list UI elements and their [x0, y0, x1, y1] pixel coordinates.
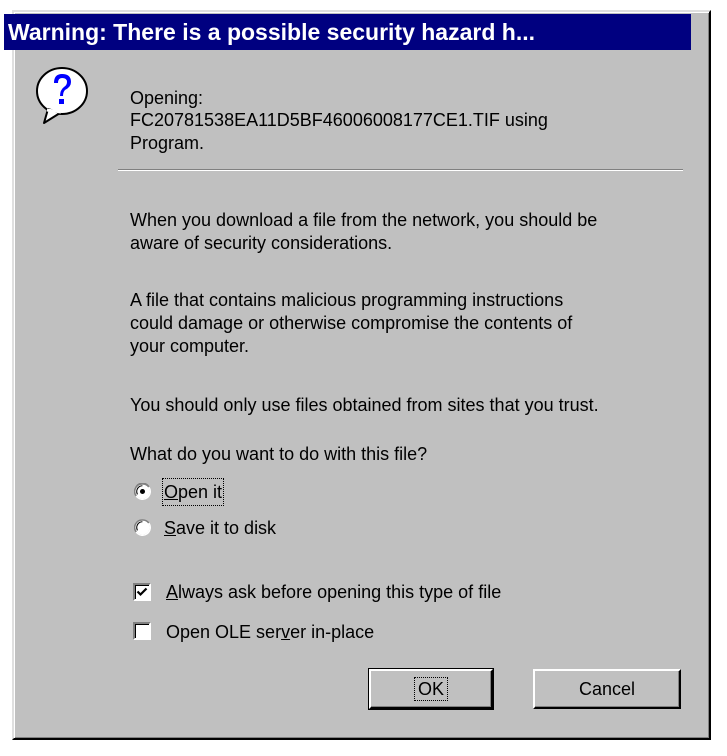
radio-save-to-disk[interactable] — [134, 519, 151, 536]
dialog-title: Warning: There is a possible security ha… — [4, 14, 691, 50]
opening-label: Opening: — [130, 88, 204, 108]
question-label: What do you want to do with this file? — [130, 444, 428, 464]
checkbox-always-ask[interactable] — [133, 583, 151, 601]
checkbox-ole-in-place-label[interactable]: Open OLE server in-place — [166, 620, 374, 644]
cancel-button[interactable]: Cancel — [533, 669, 681, 709]
paragraph-malicious-line2: could damage or otherwise compromise the… — [130, 313, 573, 333]
checkbox-ole-in-place[interactable] — [133, 622, 151, 640]
question-balloon-icon — [36, 67, 88, 124]
paragraph-trust: You should only use files obtained from … — [130, 395, 599, 415]
paragraph-malicious-line3: your computer. — [130, 336, 250, 356]
opening-filename: FC20781538EA11D5BF46006008177CE1.TIF usi… — [130, 110, 548, 130]
paragraph-malicious-line1: A file that contains malicious programmi… — [130, 290, 564, 310]
paragraph-download-line2: aware of security considerations. — [130, 233, 393, 253]
checkbox-always-ask-label[interactable]: Always ask before opening this type of f… — [166, 580, 501, 604]
paragraph-download-line1: When you download a file from the networ… — [130, 210, 598, 230]
ok-button[interactable]: OK — [368, 668, 494, 710]
separator — [118, 169, 683, 171]
checkmark-icon — [136, 587, 148, 597]
opening-program: Program. — [130, 133, 205, 153]
radio-open-it-label[interactable]: Open it — [161, 478, 225, 506]
radio-open-it[interactable] — [134, 483, 151, 500]
radio-save-to-disk-label[interactable]: Save it to disk — [164, 516, 276, 540]
